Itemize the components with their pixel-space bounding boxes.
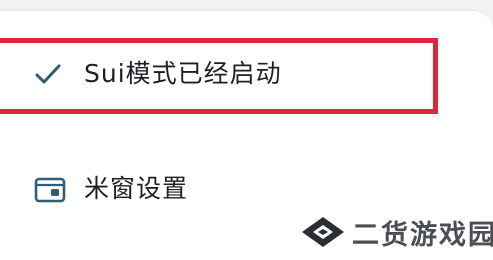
window-icon (34, 177, 66, 203)
watermark-text: 二货游戏园 (352, 219, 493, 251)
menu-item-sui-mode[interactable]: Sui模式已经启动 (0, 38, 445, 112)
diamond-logo-icon (302, 217, 344, 247)
window-settings-label: 米窗设置 (84, 174, 189, 203)
sui-mode-label: Sui模式已经启动 (84, 59, 282, 88)
menu-item-window-settings[interactable]: 米窗设置 (0, 160, 493, 220)
checkmark-icon (35, 64, 61, 84)
watermark: 二货游戏园 (300, 212, 493, 252)
